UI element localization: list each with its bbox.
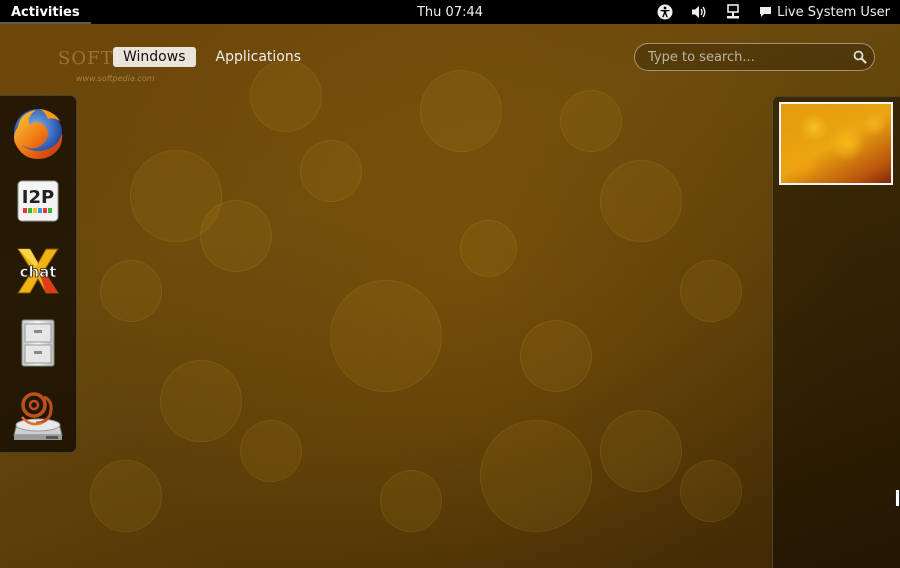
search-input[interactable] xyxy=(635,48,846,66)
mouse-cursor xyxy=(895,490,900,506)
user-menu[interactable]: Live System User xyxy=(759,5,890,20)
dash-item-i2p[interactable]: I2P xyxy=(9,172,67,230)
softpedia-watermark-url: www.softpedia.com xyxy=(76,74,155,83)
dash-item-xchat[interactable]: chat xyxy=(9,242,67,300)
clock[interactable]: Thu 07:44 xyxy=(417,0,483,24)
system-tray: Live System User xyxy=(643,0,890,24)
dash-item-file-cabinet[interactable] xyxy=(9,314,67,372)
file-cabinet-icon xyxy=(21,319,55,367)
accessibility-icon[interactable] xyxy=(653,0,677,24)
xchat-icon: chat xyxy=(17,248,59,294)
top-bar: Activities Thu 07:44 Live System User xyxy=(0,0,900,24)
tab-applications[interactable]: Applications xyxy=(206,47,312,67)
workspace-switcher xyxy=(772,96,900,568)
chat-bubble-icon xyxy=(759,6,772,18)
view-selector: Windows Applications xyxy=(113,47,311,67)
tab-windows[interactable]: Windows xyxy=(113,47,196,67)
dash-item-disc-burner[interactable] xyxy=(9,386,67,444)
activities-button[interactable]: Activities xyxy=(0,0,91,24)
network-icon[interactable] xyxy=(721,0,745,24)
workspace-thumbnail[interactable] xyxy=(779,102,893,185)
volume-icon[interactable] xyxy=(687,0,711,24)
svg-text:I2P: I2P xyxy=(22,187,54,208)
firefox-icon xyxy=(14,109,63,159)
dash: I2P chat xyxy=(0,95,77,453)
dash-item-firefox[interactable] xyxy=(9,104,67,162)
wallpaper-bokeh xyxy=(0,0,900,568)
search-icon[interactable] xyxy=(846,50,874,64)
user-name-label: Live System User xyxy=(777,4,890,20)
search-box xyxy=(634,43,875,71)
i2p-icon: I2P xyxy=(17,180,59,222)
disc-burner-icon xyxy=(13,392,63,440)
svg-text:chat: chat xyxy=(20,263,57,281)
